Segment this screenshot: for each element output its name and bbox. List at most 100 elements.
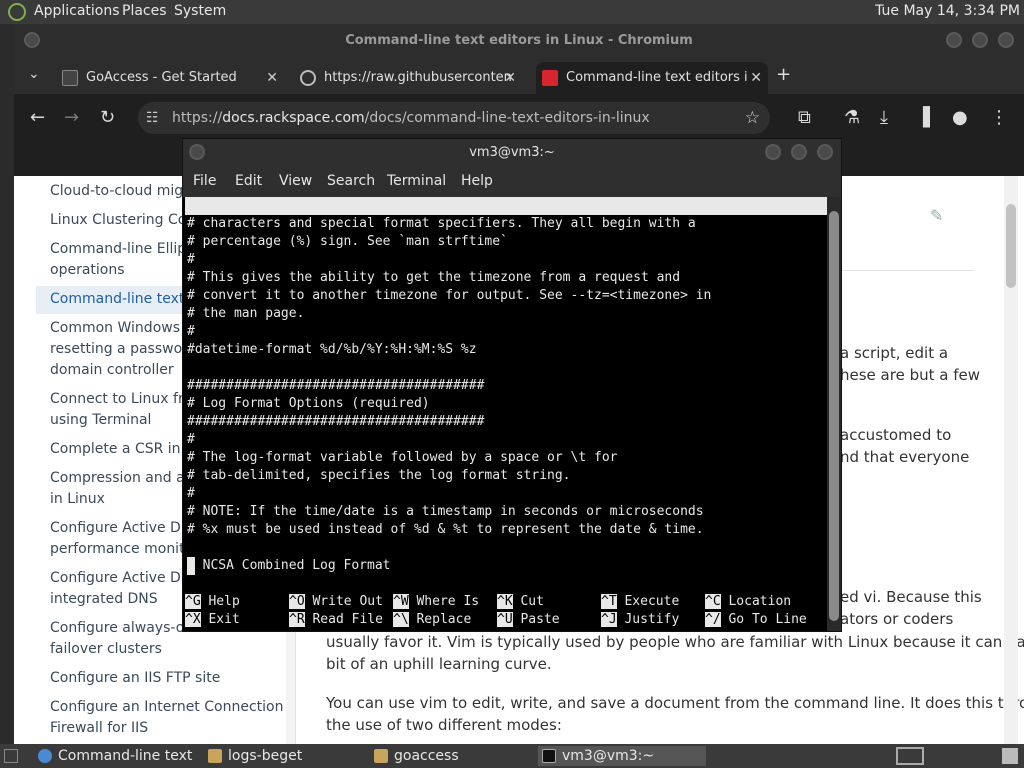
shortcut-key: ^U [497,612,513,627]
address-bar[interactable]: ☷ https://docs.rackspace.com/docs/comman… [138,102,770,134]
places-menu[interactable]: Places [122,3,167,19]
taskbar-goaccess[interactable]: goaccess [374,746,534,766]
side-panel-icon[interactable]: ▐ [916,107,930,128]
maximize-icon[interactable] [972,32,988,48]
tab-rackspace[interactable]: Command-line text editors i ✕ [536,62,768,94]
sidebar-item[interactable]: Command-line Ellipti operations [50,239,196,281]
tab-goaccess[interactable]: GoAccess - Get Started ✕ [62,62,284,94]
sidebar-item[interactable]: Configure an Internet Connection Firewal… [50,697,283,739]
shortcut-label: Where Is [416,594,480,609]
tab-strip: ⌄ GoAccess - Get Started ✕ https://raw.g… [14,58,1024,94]
shortcut-label: Location [728,594,792,609]
terminal-window-menu-icon[interactable] [189,144,205,160]
window-menu-icon[interactable] [24,32,40,48]
sidebar-item-active[interactable]: Command-line text e [50,289,197,310]
shortcut-label: Help [208,594,240,609]
shortcut-help: ^G Help [185,593,240,611]
close-tab-icon[interactable]: ✕ [266,62,278,94]
bookmark-star-icon[interactable]: ☆ [745,102,760,134]
sidebar-item[interactable]: Compression and arc in Linux [50,468,198,510]
close-tab-icon[interactable]: ✕ [750,62,762,94]
task-label: vm3@vm3:~ [562,748,655,764]
file-line: # characters and special format specifie… [187,216,696,231]
sidebar-item[interactable]: Cloud-to-cloud migra [50,181,198,202]
file-line: ###################################### [187,378,485,393]
new-tab-icon[interactable]: + [776,64,791,85]
sidebar-item[interactable]: Configure an IIS FTP site [50,668,220,689]
article-text: bit of an uphill learning curve. [326,655,552,673]
folder-icon [374,749,388,763]
sidebar-item[interactable]: Configure Active Dire performance monito… [50,518,199,560]
trash-icon[interactable] [1002,748,1018,764]
task-label: goaccess [394,748,459,764]
terminal-close-icon[interactable] [817,144,833,160]
taskbar-chromium[interactable]: Command-line text ... [38,746,198,766]
terminal-minimize-icon[interactable] [765,144,781,160]
sidebar-item[interactable]: Linux Clustering Conc [50,210,203,231]
top-panel: Applications Places System Tue May 14, 3… [0,0,1024,24]
close-tab-icon[interactable]: ✕ [504,62,516,94]
menu-search[interactable]: Search [327,173,375,189]
shortcut-key: ^W [393,594,409,609]
taskbar-logs-beget[interactable]: logs-beget [208,746,368,766]
extensions-icon[interactable]: ⧉ [798,107,811,128]
shortcut-key: ^R [289,612,305,627]
terminal-maximize-icon[interactable] [791,144,807,160]
system-menu[interactable]: System [174,3,226,19]
sidebar-item[interactable]: Common Windows is resetting a password d… [50,318,197,381]
taskbar-terminal[interactable]: vm3@vm3:~ [538,746,706,766]
minimize-icon[interactable] [946,32,962,48]
sidebar-item[interactable]: Complete a CSR in IIS [50,439,202,460]
shortcut-write-out: ^O Write Out [289,593,383,611]
folder-icon [208,749,222,763]
shortcut-key: ^\ [393,612,409,627]
sidebar-item[interactable]: Connect to Linux fron using Terminal [50,389,201,431]
distro-logo-icon[interactable] [8,3,26,21]
menu-help[interactable]: Help [461,173,493,189]
back-icon[interactable]: ← [30,107,45,128]
menu-edit[interactable]: Edit [235,173,262,189]
sidebar-item[interactable]: Configure always-on failover clusters [50,618,193,660]
reload-icon[interactable]: ↻ [100,107,115,128]
applications-menu[interactable]: Applications [34,3,120,19]
shortcut-key: ^K [497,594,513,609]
shortcut-key: ^J [601,612,617,627]
shortcut-cut: ^K Cut [497,593,544,611]
terminal-body[interactable]: GNU nano 7.2 /etc/goaccess/goaccess.conf… [185,197,827,631]
labs-icon[interactable]: ⚗ [844,107,860,128]
chromium-icon [38,749,52,763]
workspace-switcher-icon[interactable] [896,747,924,765]
tab-label: https://raw.githubuserconten [324,70,512,85]
shortcut-location: ^C Location [705,593,791,611]
edit-page-icon[interactable]: ✎ [930,206,943,225]
tab-github-raw[interactable]: https://raw.githubuserconten ✕ [300,62,522,94]
site-info-icon[interactable]: ☷ [146,102,159,134]
rackspace-favicon-icon [542,69,558,86]
menu-file[interactable]: File [193,173,216,189]
tab-label: Command-line text editors i [566,70,748,85]
clock[interactable]: Tue May 14, 3:34 PM [875,3,1020,19]
sidebar-item[interactable]: Configure Active Dire integrated DNS [50,568,199,610]
taskbar: Command-line text ... logs-beget goacces… [0,744,1024,768]
url-host: docs.rackspace.com [222,110,365,126]
file-line: ###################################### [187,414,485,429]
shortcut-label: Go To Line [728,612,807,627]
file-line: # percentage (%) sign. See `man strftime… [187,234,508,249]
shortcut-label: Execute [624,594,680,609]
page-scroll-thumb[interactable] [1006,204,1016,288]
tab-search-chevron-icon[interactable]: ⌄ [28,66,40,82]
kebab-menu-icon[interactable]: ⋮ [990,107,1008,128]
menu-terminal[interactable]: Terminal [387,173,446,189]
download-icon[interactable]: ⤓ [880,107,888,128]
close-window-icon[interactable] [998,32,1014,48]
forward-icon[interactable]: → [64,107,79,128]
show-desktop-icon[interactable] [4,749,18,763]
article-text: hese are but a few [840,366,980,384]
terminal-scroll-thumb[interactable] [829,211,839,621]
terminal-title: vm3@vm3:~ [183,139,841,167]
profile-icon[interactable]: ● [952,107,968,128]
file-line: # convert it to another timezone for out… [187,288,712,303]
article-text: accustomed to [840,426,952,444]
shortcut-key: ^O [289,594,305,609]
menu-view[interactable]: View [279,173,312,189]
